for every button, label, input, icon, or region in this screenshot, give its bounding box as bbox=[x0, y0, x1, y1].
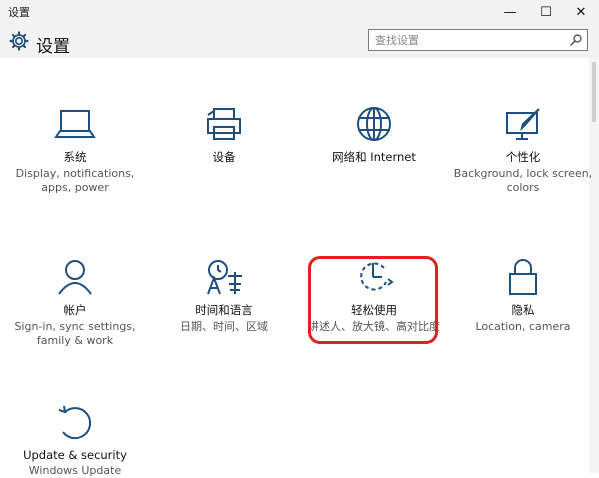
window-title: 设置 bbox=[8, 6, 30, 19]
person-icon bbox=[58, 260, 92, 295]
tile-accounts[interactable]: 帐户 Sign-in, sync settings, family & work bbox=[5, 258, 145, 348]
highlight-box bbox=[308, 256, 438, 344]
tile-system-label: 系统 bbox=[63, 150, 87, 164]
tile-network-label: 网络和 Internet bbox=[332, 150, 416, 164]
tile-update-security[interactable]: Update & security Windows Update bbox=[5, 404, 145, 478]
search-icon[interactable] bbox=[569, 33, 583, 47]
search-box[interactable] bbox=[368, 29, 588, 51]
tile-system[interactable]: 系统 Display, notifications, apps, power bbox=[5, 105, 145, 195]
tile-personalization-label: 个性化 bbox=[505, 150, 541, 164]
tile-time-language-label: 时间和语言 bbox=[195, 303, 253, 317]
settings-header: 设置 bbox=[0, 24, 599, 58]
tile-privacy-label: 隐私 bbox=[511, 303, 535, 317]
refresh-icon bbox=[58, 405, 92, 440]
language-icon bbox=[207, 260, 242, 295]
tile-privacy[interactable]: 隐私 Location, camera bbox=[453, 258, 593, 334]
tile-devices-label: 设备 bbox=[212, 150, 236, 164]
tile-devices[interactable]: 设备 bbox=[154, 105, 294, 165]
lock-icon bbox=[509, 259, 537, 295]
minimize-button[interactable]: — bbox=[492, 0, 528, 24]
gear-icon bbox=[9, 31, 29, 51]
maximize-button[interactable]: ☐ bbox=[528, 0, 564, 24]
tile-update-security-label: Update & security bbox=[23, 448, 127, 462]
globe-icon bbox=[357, 107, 391, 141]
tile-accounts-label: 帐户 bbox=[63, 303, 87, 317]
close-button[interactable]: ✕ bbox=[563, 0, 599, 24]
search-input[interactable] bbox=[369, 30, 571, 50]
page-title: 设置 bbox=[36, 37, 70, 57]
printer-icon bbox=[207, 108, 241, 140]
tile-accounts-desc: Sign-in, sync settings, family & work bbox=[14, 320, 136, 347]
tile-network[interactable]: 网络和 Internet bbox=[304, 105, 444, 165]
tile-personalization-desc: Background, lock screen, colors bbox=[453, 167, 593, 194]
tile-privacy-desc: Location, camera bbox=[475, 320, 571, 333]
title-bar: 设置 — ☐ ✕ bbox=[0, 0, 599, 24]
paint-icon bbox=[506, 108, 540, 140]
tile-system-desc: Display, notifications, apps, power bbox=[15, 167, 135, 194]
laptop-icon bbox=[54, 110, 96, 138]
tile-personalization[interactable]: 个性化 Background, lock screen, colors bbox=[453, 105, 593, 195]
tile-update-security-desc: Windows Update bbox=[28, 464, 122, 477]
tile-time-language[interactable]: 时间和语言 日期、时间、区域 bbox=[154, 258, 294, 334]
tile-time-language-desc: 日期、时间、区域 bbox=[180, 320, 268, 333]
